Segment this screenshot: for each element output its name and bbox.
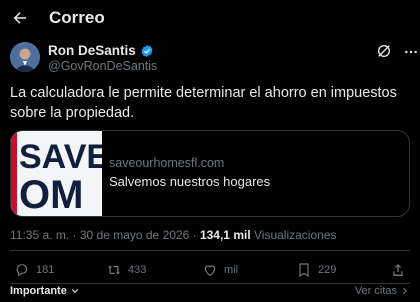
grok-icon[interactable] [376, 43, 392, 59]
views-count: 134,1 mil [199, 228, 251, 242]
tweet-meta: 11:35 a. m. · 30 de mayo de 2026 · 134,1… [10, 228, 337, 242]
sort-label: Importante [10, 285, 67, 297]
chevron-right-icon [402, 287, 407, 295]
tweet-text: La calculadora le permite determinar el … [10, 85, 397, 121]
author-handle[interactable]: @GovRonDeSantis [48, 59, 157, 73]
like-count: mil [224, 264, 239, 276]
heart-icon [204, 265, 216, 277]
link-card-domain: saveourhomesfl.com [109, 156, 225, 170]
bookmark-button[interactable]: 229 [296, 258, 336, 282]
reply-button[interactable]: 181 [14, 258, 54, 282]
view-quotes-link[interactable]: Ver citas [355, 285, 410, 297]
link-card[interactable]: SAVE OM saveourhomesfl.com Salvemos nues… [10, 130, 410, 217]
more-options-icon[interactable] [403, 44, 419, 60]
verified-badge-icon [141, 44, 153, 57]
views-label: Visualizaciones [254, 228, 337, 242]
link-card-image: SAVE OM [11, 131, 102, 216]
author-name[interactable]: Ron DeSantis [48, 43, 136, 58]
meta-separator: · [192, 228, 200, 242]
avatar[interactable] [10, 42, 40, 72]
share-icon [393, 264, 403, 276]
chevron-down-icon [71, 288, 79, 293]
author-name-row: Ron DeSantis [48, 43, 154, 58]
divider [10, 250, 410, 251]
sort-replies-dropdown[interactable]: Importante [10, 285, 80, 297]
like-button[interactable]: mil [202, 258, 238, 282]
card-image-text-save: SAVE [19, 138, 102, 176]
back-arrow-icon[interactable] [10, 8, 30, 28]
reply-count: 181 [36, 264, 55, 276]
share-button[interactable] [390, 258, 406, 282]
repost-icon [108, 265, 120, 275]
quotes-label: Ver citas [354, 285, 397, 297]
bookmark-count: 229 [318, 264, 337, 276]
repost-count: 433 [128, 264, 147, 276]
repost-button[interactable]: 433 [106, 258, 146, 282]
replies-toolbar: Importante Ver citas [0, 284, 420, 302]
action-bar: 181 433 mil 229 [0, 258, 420, 282]
tweet-date[interactable]: 30 de mayo de 2026 [80, 228, 189, 242]
top-bar: Correo [0, 0, 420, 36]
reply-icon [16, 264, 28, 277]
bookmark-icon [299, 263, 309, 278]
meta-separator: · [72, 228, 80, 242]
page-title: Correo [49, 8, 105, 27]
tweet-author: Ron DeSantis @GovRonDeSantis [10, 42, 417, 74]
link-card-title: Salvemos nuestros hogares [109, 174, 271, 189]
tweet-time[interactable]: 11:35 a. m. [10, 228, 69, 242]
card-image-text-om: OM [19, 173, 83, 216]
